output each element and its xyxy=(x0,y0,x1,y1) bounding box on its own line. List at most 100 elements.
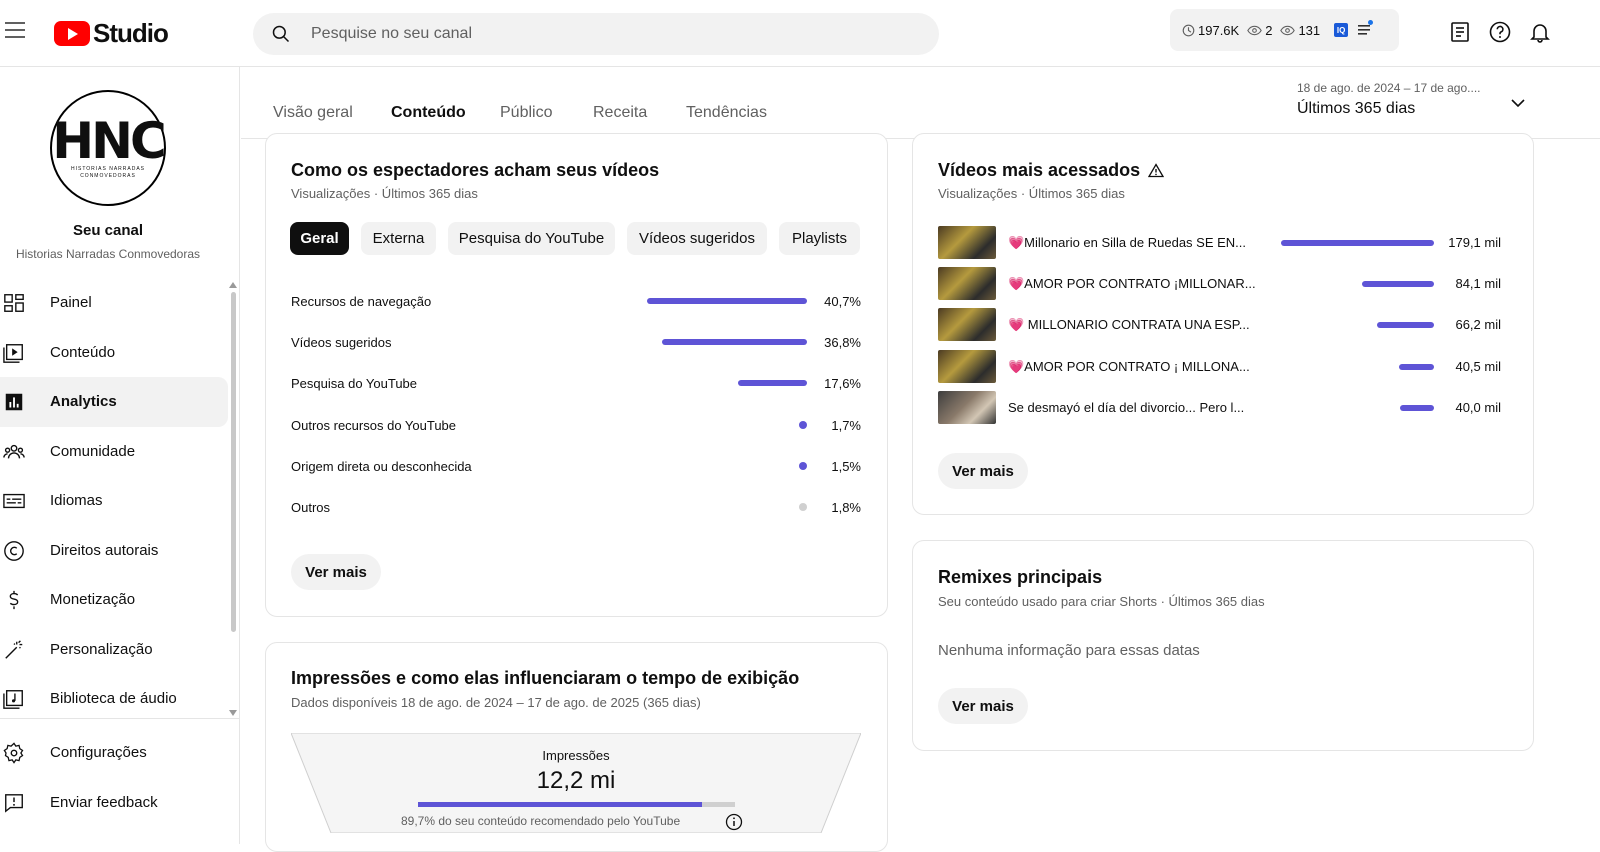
sidebar-item-label: Painel xyxy=(50,294,92,312)
card-title: Vídeos mais acessados xyxy=(938,160,1141,180)
chip-geral[interactable]: Geral xyxy=(290,222,349,255)
card-subtitle: Seu conteúdo usado para criar Shorts · Ú… xyxy=(938,594,1265,609)
top-video-row[interactable]: Se desmayó el día del divorcio... Pero l… xyxy=(938,390,1501,424)
tab-conteudo[interactable]: Conteúdo xyxy=(391,104,466,122)
tab-receita[interactable]: Receita xyxy=(593,104,647,122)
sidebar-item-label: Direitos autorais xyxy=(50,541,159,559)
traffic-source-bar xyxy=(662,339,807,346)
date-range-dates: 18 de ago. de 2024 – 17 de ago.... xyxy=(1297,81,1481,95)
chip-externa[interactable]: Externa xyxy=(361,222,436,255)
traffic-source-row[interactable]: Pesquisa do YouTube 17,6% xyxy=(291,374,861,394)
sidebar: HNC HISTORIAS NARRADAS CONMOVEDORAS Seu … xyxy=(0,67,240,844)
traffic-source-row[interactable]: Origem direta ou desconhecida 1,5% xyxy=(291,457,861,477)
scroll-down-arrow[interactable] xyxy=(229,710,237,716)
card-title: Impressões e como elas influenciaram o t… xyxy=(291,668,800,688)
video-views-value: 40,5 mil xyxy=(1455,358,1501,374)
remixes-card: Remixes principais Seu conteúdo usado pa… xyxy=(912,540,1534,751)
bell-icon[interactable] xyxy=(1528,20,1552,44)
video-title[interactable]: 💗AMOR POR CONTRATO ¡ MILLONA... xyxy=(1008,359,1250,375)
chip-videos-sugeridos[interactable]: Vídeos sugeridos xyxy=(627,222,767,255)
top-video-row[interactable]: 💗AMOR POR CONTRATO ¡MILLONAR... 84,1 mil xyxy=(938,267,1501,301)
search-bar[interactable]: Pesquise no seu canal xyxy=(253,13,939,55)
sidebar-item-comunidade[interactable]: Comunidade xyxy=(0,427,228,477)
avatar-logo-subtext: HISTORIAS NARRADAS CONMOVEDORAS xyxy=(70,166,146,179)
scroll-up-arrow[interactable] xyxy=(229,282,237,288)
see-more-button[interactable]: Ver mais xyxy=(938,688,1028,724)
traffic-source-row[interactable]: Recursos de navegação 40,7% xyxy=(291,292,861,312)
chip-playlists[interactable]: Playlists xyxy=(779,222,860,255)
video-thumbnail[interactable] xyxy=(938,308,996,342)
video-title[interactable]: 💗AMOR POR CONTRATO ¡MILLONAR... xyxy=(1008,276,1256,292)
video-views-value: 40,0 mil xyxy=(1455,399,1501,415)
channel-title: Seu canal xyxy=(72,222,144,239)
top-video-row[interactable]: 💗Millonario en Silla de Ruedas SE EN... 1… xyxy=(938,226,1501,259)
video-views-bar xyxy=(1400,404,1434,411)
sidebar-item-label: Enviar feedback xyxy=(50,793,158,811)
traffic-source-label: Pesquisa do YouTube xyxy=(291,376,418,392)
traffic-source-row[interactable]: Outros recursos do YouTube 1,7% xyxy=(291,416,861,436)
impressions-label: Impressões xyxy=(542,748,610,763)
sidebar-item-personalizacao[interactable]: Personalização xyxy=(0,625,228,675)
impressions-card: Impressões e como elas influenciaram o t… xyxy=(265,642,888,852)
sidebar-divider xyxy=(0,718,239,719)
audio-library-icon xyxy=(3,690,23,709)
sidebar-item-conteudo[interactable]: Conteúdo xyxy=(0,328,228,378)
video-views-value: 84,1 mil xyxy=(1455,276,1501,292)
logo-text: Studio xyxy=(93,18,169,48)
traffic-source-dot xyxy=(799,503,807,511)
top-video-row[interactable]: 💗AMOR POR CONTRATO ¡ MILLONA... 40,5 mil xyxy=(938,349,1501,383)
chip-pesquisa-youtube[interactable]: Pesquisa do YouTube xyxy=(448,222,615,255)
traffic-source-row[interactable]: Vídeos sugeridos 36,8% xyxy=(291,333,861,353)
video-thumbnail[interactable] xyxy=(938,226,996,259)
sidebar-item-label: Idiomas xyxy=(50,492,103,510)
tab-publico[interactable]: Público xyxy=(500,104,552,122)
date-range-label: Últimos 365 dias xyxy=(1297,100,1416,117)
youtube-play-icon xyxy=(54,21,90,46)
studio-logo[interactable]: Studio xyxy=(54,18,169,49)
video-title[interactable]: 💗Millonario en Silla de Ruedas SE EN... xyxy=(1008,235,1246,251)
chevron-down-icon[interactable] xyxy=(1510,95,1526,111)
sidebar-item-idiomas[interactable]: Idiomas xyxy=(0,476,228,526)
vidiq-icon[interactable]: IQ xyxy=(1334,23,1349,37)
traffic-source-value: 40,7% xyxy=(824,294,861,309)
create-post-icon[interactable] xyxy=(1448,20,1472,44)
video-thumbnail[interactable] xyxy=(938,390,996,424)
help-icon[interactable] xyxy=(1488,20,1512,44)
sidebar-item-enviar-feedback[interactable]: Enviar feedback xyxy=(0,778,228,828)
dashboard-icon xyxy=(4,294,24,312)
video-title[interactable]: Se desmayó el día del divorcio... Pero l… xyxy=(1008,400,1244,415)
sidebar-item-configuracoes[interactable]: Configurações xyxy=(0,728,228,778)
sidebar-scrollbar[interactable] xyxy=(231,292,236,632)
tab-tendencias[interactable]: Tendências xyxy=(686,104,767,122)
video-thumbnail[interactable] xyxy=(938,349,996,383)
avatar[interactable]: HNC HISTORIAS NARRADAS CONMOVEDORAS xyxy=(50,90,167,206)
sidebar-item-analytics[interactable]: Analytics xyxy=(0,377,228,427)
date-range-picker[interactable]: 18 de ago. de 2024 – 17 de ago.... Últim… xyxy=(1297,81,1481,118)
sidebar-item-monetizacao[interactable]: Monetização xyxy=(0,575,228,625)
search-input[interactable]: Pesquise no seu canal xyxy=(311,25,472,43)
impressions-value: 12,2 mi xyxy=(536,767,616,794)
warning-icon[interactable] xyxy=(1148,163,1164,178)
sidebar-item-painel[interactable]: Painel xyxy=(0,278,228,328)
info-icon[interactable] xyxy=(725,813,743,831)
avatar-logo-text: HNC xyxy=(52,112,166,170)
recommended-bar-track xyxy=(418,802,735,807)
sidebar-item-direitos-autorais[interactable]: Direitos autorais xyxy=(0,526,228,576)
traffic-source-row[interactable]: Outros 1,8% xyxy=(291,498,861,518)
tab-visao-geral[interactable]: Visão geral xyxy=(273,104,353,122)
see-more-button[interactable]: Ver mais xyxy=(291,554,381,590)
content-icon xyxy=(3,343,23,363)
list-icon[interactable] xyxy=(1358,19,1374,38)
traffic-source-value: 17,6% xyxy=(824,376,861,392)
channel-stats-widget[interactable]: 197.6K 2 131 IQ xyxy=(1170,9,1399,51)
see-more-button[interactable]: Ver mais xyxy=(938,453,1028,489)
sidebar-item-biblioteca-de-audio[interactable]: Biblioteca de áudio xyxy=(0,674,228,724)
video-title[interactable]: 💗 MILLONARIO CONTRATA UNA ESP... xyxy=(1008,317,1250,333)
traffic-source-dot xyxy=(799,420,807,429)
search-icon[interactable] xyxy=(271,24,291,44)
menu-icon[interactable] xyxy=(5,22,25,38)
video-thumbnail[interactable] xyxy=(938,267,996,301)
subtitles-icon xyxy=(3,493,25,509)
top-video-row[interactable]: 💗 MILLONARIO CONTRATA UNA ESP... 66,2 mil xyxy=(938,308,1501,342)
channel-name: Historias Narradas Conmovedoras xyxy=(15,247,201,261)
